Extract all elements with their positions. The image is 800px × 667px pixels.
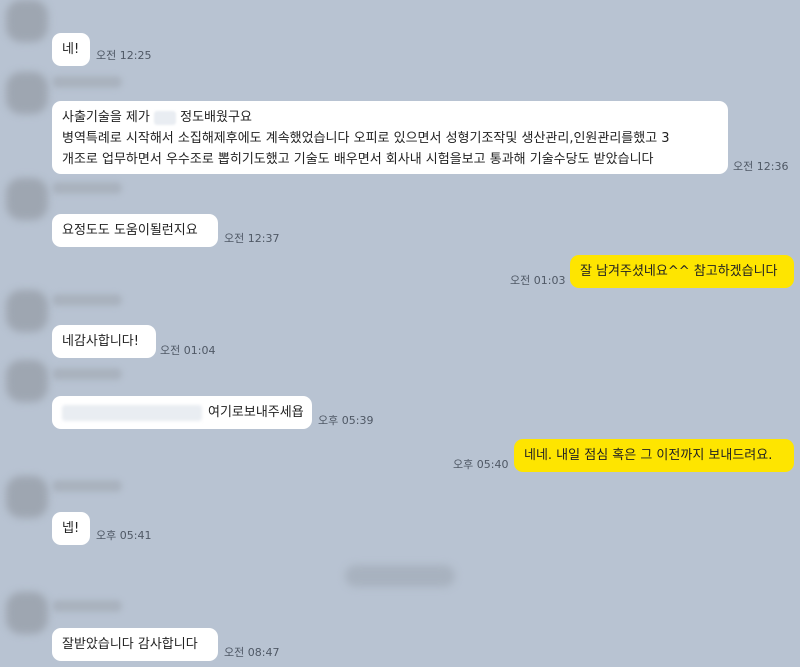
message-line: 병역특례로 시작해서 소집해제후에도 계속했었습니다 오피로 있으면서 성형기조… xyxy=(62,131,670,146)
avatar[interactable] xyxy=(6,476,48,518)
message-text: 네감사합니다! xyxy=(62,334,139,349)
message-text: 사출기술을 제가 xyxy=(62,110,150,125)
sender-name xyxy=(52,182,122,194)
message-bubble[interactable]: 네네. 내일 점심 혹은 그 이전까지 보내드려요. xyxy=(514,439,794,472)
message-line: 사출기술을 제가 정도배웠구요 xyxy=(62,107,718,128)
redacted-text xyxy=(62,404,202,421)
avatar[interactable] xyxy=(6,0,48,42)
sender-name xyxy=(52,76,122,88)
avatar[interactable] xyxy=(6,290,48,332)
redacted-text xyxy=(154,110,176,125)
message-text: 요정도도 도움이될런지요 xyxy=(62,223,198,238)
message-time: 오전 01:04 xyxy=(160,344,216,357)
message-text: 네! xyxy=(62,42,80,57)
message-time: 오후 05:39 xyxy=(318,414,374,427)
avatar[interactable] xyxy=(6,178,48,220)
message-bubble[interactable]: 네! xyxy=(52,33,90,66)
message-line: 개조로 업무하면서 우수조로 뽑히기도했고 기술도 배우면서 회사내 시험을보고… xyxy=(62,152,654,167)
avatar[interactable] xyxy=(6,360,48,402)
message-bubble[interactable]: 잘받았습니다 감사합니다 xyxy=(52,628,218,661)
message-bubble[interactable]: 여기로보내주세욥 xyxy=(52,396,312,429)
message-time: 오전 08:47 xyxy=(224,646,280,659)
message-time: 오전 01:03 xyxy=(510,274,566,287)
sender-name xyxy=(52,480,122,492)
message-bubble[interactable]: 넵! xyxy=(52,512,90,545)
avatar[interactable] xyxy=(6,72,48,114)
message-text: 네네. 내일 점심 혹은 그 이전까지 보내드려요. xyxy=(524,448,773,463)
message-time: 오전 12:25 xyxy=(96,49,152,62)
message-bubble[interactable]: 잘 남겨주셨네요^^ 참고하겠습니다 xyxy=(570,255,794,288)
message-text: 정도배웠구요 xyxy=(180,110,252,125)
sender-name xyxy=(52,294,122,306)
message-text: 여기로보내주세욥 xyxy=(208,405,304,420)
message-time: 오후 05:41 xyxy=(96,529,152,542)
message-bubble[interactable]: 네감사합니다! xyxy=(52,325,156,358)
message-time: 오전 12:37 xyxy=(224,232,280,245)
message-time: 오전 12:36 xyxy=(733,160,789,173)
message-text: 넵! xyxy=(62,521,80,536)
message-text: 잘받았습니다 감사합니다 xyxy=(62,637,198,652)
message-bubble[interactable]: 사출기술을 제가 정도배웠구요 병역특례로 시작해서 소집해제후에도 계속했었습… xyxy=(52,101,728,174)
sender-name xyxy=(52,368,122,380)
sender-name xyxy=(52,600,122,612)
message-bubble[interactable]: 요정도도 도움이될런지요 xyxy=(52,214,218,247)
message-time: 오후 05:40 xyxy=(453,458,509,471)
avatar[interactable] xyxy=(6,592,48,634)
message-text: 잘 남겨주셨네요^^ 참고하겠습니다 xyxy=(580,264,778,279)
date-divider xyxy=(345,565,455,587)
chat-window[interactable]: 네! 오전 12:25 사출기술을 제가 정도배웠구요 병역특례로 시작해서 소… xyxy=(0,0,800,667)
